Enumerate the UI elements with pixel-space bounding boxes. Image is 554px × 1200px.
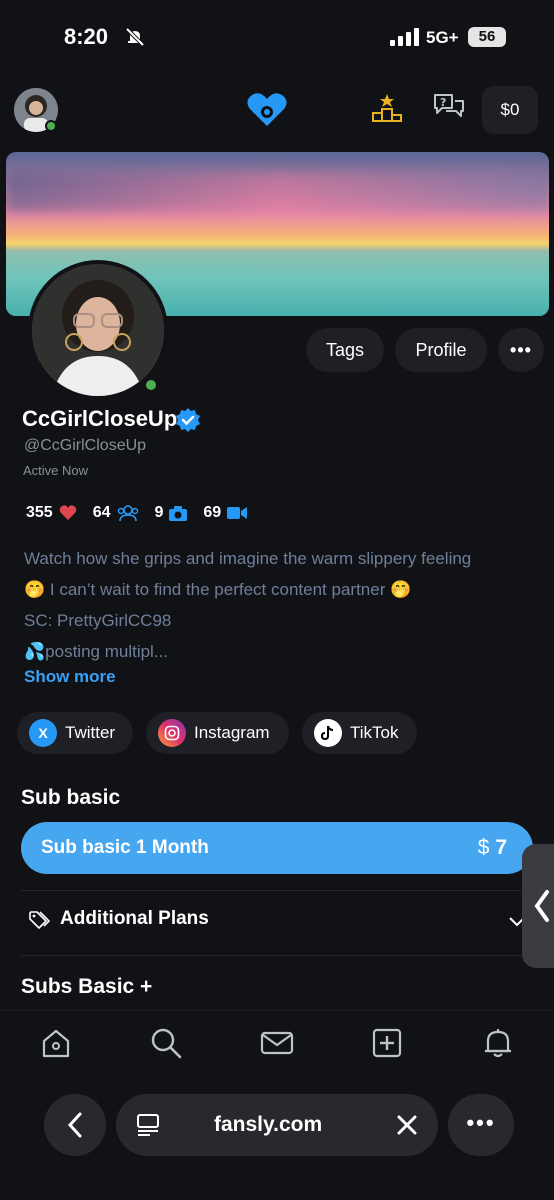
wallet-balance-button[interactable]: $0 xyxy=(482,86,538,134)
heart-icon xyxy=(59,505,76,520)
online-indicator xyxy=(142,376,160,394)
bio-line: Watch how she grips and imagine the warm… xyxy=(24,549,472,568)
messages-help-icon[interactable]: ? xyxy=(432,92,466,126)
subscribe-plan-button[interactable]: Sub basic 1 Month $ 7 xyxy=(21,822,533,874)
likes-stat: 355 xyxy=(26,504,77,522)
top-nav: ? $0 xyxy=(0,80,554,140)
subs-basic-plus-title: Subs Basic + xyxy=(21,975,153,998)
notifications-bell-icon[interactable] xyxy=(482,1027,514,1059)
bio-line: 💦posting multipl... xyxy=(24,642,169,661)
create-post-icon[interactable] xyxy=(371,1027,403,1059)
display-name: CcGirlCloseUp xyxy=(22,406,178,431)
side-panel-handle[interactable] xyxy=(522,844,554,968)
bell-muted-icon xyxy=(125,27,145,47)
show-more-link[interactable]: Show more xyxy=(24,667,116,687)
videos-stat: 69 xyxy=(203,504,248,522)
additional-plans-label: Additional Plans xyxy=(60,908,209,929)
profile-bio: Watch how she grips and imagine the warm… xyxy=(24,543,536,667)
photos-stat: 9 xyxy=(155,504,188,522)
status-time: 8:20 xyxy=(64,24,109,49)
close-icon[interactable] xyxy=(396,1114,418,1136)
divider xyxy=(21,890,533,891)
divider xyxy=(21,955,533,956)
bio-line: SC: PrettyGirlCC98 xyxy=(24,611,172,630)
network-type: 5G+ xyxy=(426,28,459,47)
chevron-left-icon xyxy=(534,890,549,922)
browser-more-button[interactable]: ••• xyxy=(448,1094,514,1156)
search-icon[interactable] xyxy=(150,1027,182,1059)
activity-status: Active Now xyxy=(23,463,89,478)
tiktok-link[interactable]: TikTok xyxy=(302,712,417,754)
bio-line: 🤭 I can’t wait to find the perfect conte… xyxy=(24,580,412,599)
videos-count: 69 xyxy=(203,504,222,521)
subscribers-count: 64 xyxy=(92,504,111,521)
username-handle: @CcGirlCloseUp xyxy=(24,437,147,454)
video-icon xyxy=(227,507,248,519)
camera-icon xyxy=(169,505,188,521)
url-text: fansly.com xyxy=(214,1113,323,1136)
svg-text:?: ? xyxy=(440,96,446,109)
chevron-left-icon xyxy=(67,1112,82,1138)
plan-price: $ 7 xyxy=(477,836,507,859)
browser-back-button[interactable] xyxy=(44,1094,106,1156)
subscribers-stat: 64 xyxy=(93,504,139,522)
likes-count: 355 xyxy=(26,504,53,521)
more-options-button[interactable]: ••• xyxy=(498,328,544,372)
profile-button[interactable]: Profile xyxy=(395,328,487,372)
browser-toolbar: fansly.com ••• xyxy=(0,1074,554,1200)
battery-indicator: 56 xyxy=(468,27,506,47)
home-icon[interactable] xyxy=(40,1027,72,1059)
bottom-nav xyxy=(0,1010,554,1074)
social-label: Twitter xyxy=(65,723,116,742)
online-indicator xyxy=(45,120,57,132)
social-label: Instagram xyxy=(194,723,270,742)
profile-stats: 355 64 9 69 xyxy=(26,502,263,524)
tiktok-icon xyxy=(314,719,342,747)
instagram-link[interactable]: Instagram xyxy=(146,712,289,754)
mail-icon[interactable] xyxy=(260,1027,294,1059)
instagram-icon xyxy=(158,719,186,747)
signal-icon xyxy=(390,28,419,46)
address-bar[interactable]: fansly.com xyxy=(116,1094,438,1156)
photos-count: 9 xyxy=(154,504,164,521)
verified-badge-icon xyxy=(176,408,200,432)
page-menu-icon[interactable] xyxy=(136,1113,160,1137)
twitter-link[interactable]: X Twitter xyxy=(17,712,133,754)
fansly-logo-icon[interactable] xyxy=(246,92,288,128)
social-label: TikTok xyxy=(350,723,399,742)
users-icon xyxy=(117,505,138,522)
additional-plans-toggle[interactable]: Additional Plans xyxy=(28,908,209,930)
status-bar: 8:20 5G+ 56 xyxy=(0,0,554,74)
profile-photo xyxy=(32,264,164,396)
tag-icon xyxy=(29,911,51,929)
x-icon: X xyxy=(29,719,57,747)
leaderboard-icon[interactable] xyxy=(372,94,402,122)
sub-basic-title: Sub basic xyxy=(21,786,121,809)
plan-label: Sub basic 1 Month xyxy=(41,837,209,858)
tags-button[interactable]: Tags xyxy=(306,328,384,372)
